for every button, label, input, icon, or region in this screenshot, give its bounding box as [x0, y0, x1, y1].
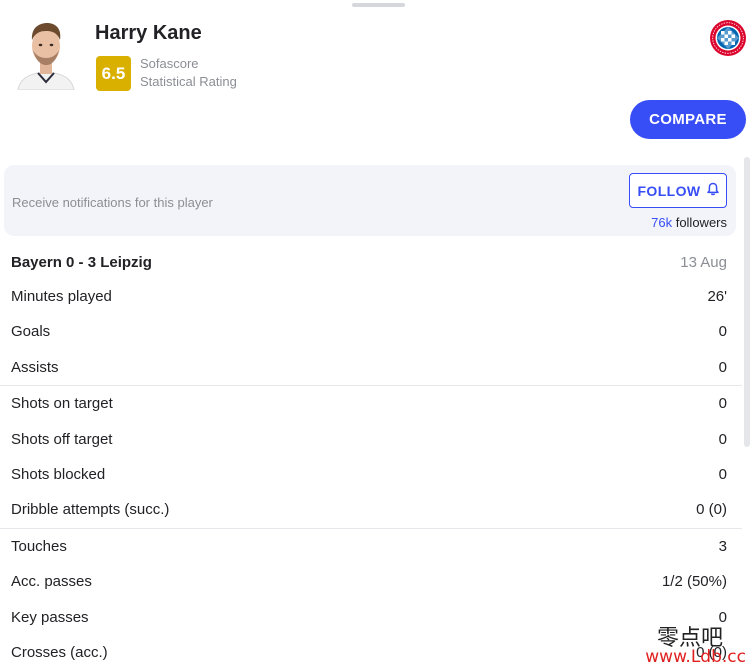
- notifications-text: Receive notifications for this player: [12, 195, 213, 210]
- match-date: 13 Aug: [680, 254, 727, 271]
- stat-row: Dribble attempts (succ.) 0 (0): [0, 492, 750, 527]
- stat-label: Key passes: [11, 608, 89, 626]
- stat-label: Minutes played: [11, 288, 112, 305]
- stat-label: Shots blocked: [11, 465, 106, 483]
- followers-count: 76k followers: [651, 215, 727, 230]
- followers-label: followers: [675, 215, 727, 230]
- stat-value: 1/2 (50%): [661, 573, 727, 591]
- stat-value: 0 (0): [696, 501, 727, 519]
- watermark-url: www.Ldb.cc: [645, 647, 746, 667]
- stat-row: Shots on target 0: [0, 386, 750, 421]
- sheet-drag-handle[interactable]: [352, 3, 405, 7]
- watermark: 零点吧 www.Ldb.cc: [600, 620, 750, 668]
- bell-icon: [706, 182, 719, 199]
- stat-row: Shots blocked 0: [0, 457, 750, 492]
- stat-label: Touches: [11, 537, 67, 555]
- follow-button-label: FOLLOW: [637, 182, 701, 199]
- stats-list: Minutes played 26' Goals 0 Assists 0 Sho…: [0, 279, 750, 668]
- stat-label: Shots on target: [11, 395, 113, 413]
- match-title[interactable]: Bayern 0 - 3 Leipzig: [11, 254, 152, 271]
- stat-row: Acc. passes 1/2 (50%): [0, 564, 750, 599]
- stat-row: Assists 0: [0, 350, 750, 385]
- followers-number: 76k: [651, 215, 673, 230]
- stat-label: Shots off target: [11, 430, 113, 448]
- stat-value: 26': [707, 288, 727, 305]
- follow-button[interactable]: FOLLOW: [629, 173, 727, 208]
- stat-value: 0: [718, 323, 727, 341]
- stat-value: 0: [718, 465, 727, 483]
- stat-row: Touches 3: [0, 529, 750, 564]
- stat-label: Goals: [11, 323, 51, 341]
- stat-label: Acc. passes: [11, 573, 92, 591]
- stat-row: Minutes played 26': [0, 279, 750, 314]
- rating-type-label: Statistical Rating: [140, 74, 237, 89]
- stat-label: Crosses (acc.): [11, 643, 108, 661]
- stat-row: Goals 0: [0, 314, 750, 349]
- stat-group: Minutes played 26' Goals 0 Assists 0: [0, 279, 750, 385]
- stat-label: Dribble attempts (succ.): [11, 501, 170, 519]
- notifications-panel: Receive notifications for this player FO…: [4, 165, 736, 236]
- stat-label: Assists: [11, 358, 59, 376]
- rating-badge: 6.5: [96, 56, 131, 91]
- stat-group: Shots on target 0 Shots off target 0 Sho…: [0, 386, 750, 528]
- player-name: Harry Kane: [95, 22, 202, 44]
- stat-value: 0: [718, 430, 727, 448]
- bayern-munich-crest-icon[interactable]: [709, 19, 747, 57]
- compare-button[interactable]: COMPARE: [630, 100, 746, 139]
- stat-value: 3: [718, 537, 727, 555]
- stat-row: Shots off target 0: [0, 422, 750, 457]
- stat-value: 0: [718, 358, 727, 376]
- player-avatar: [16, 16, 76, 90]
- stat-value: 0: [718, 395, 727, 413]
- rating-source-label: Sofascore: [140, 56, 199, 71]
